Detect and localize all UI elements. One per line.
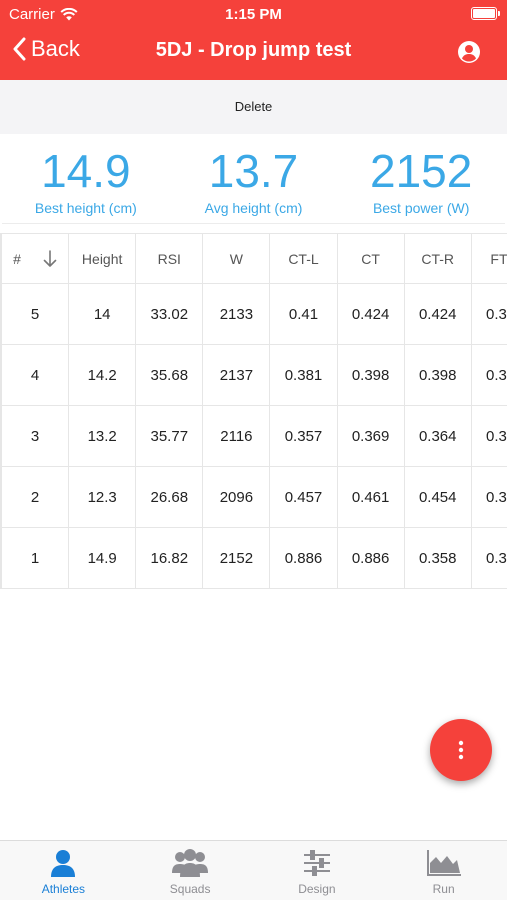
table-cell: 0.343 [470,405,507,467]
table-cell: 2137 [202,344,271,406]
table-cell: 33.02 [135,283,204,345]
table-row[interactable]: 5 14 33.02 2133 0.41 0.424 0.424 0.344 0 [1,283,507,345]
tab-run[interactable]: Run [380,841,507,900]
stat-value: 2152 [370,145,473,197]
table-cell: 0.398 [403,344,472,406]
table-cell: 12.3 [68,466,137,528]
stat-avg-height: 13.7 Avg height (cm) [170,134,338,223]
table-cell: 0.344 [470,283,507,345]
more-vertical-icon [458,740,464,760]
table-cell: 0.398 [336,344,405,406]
table-cell: 5 [1,283,70,345]
column-header-ft-l[interactable]: FT-L [470,233,507,284]
table-cell: 0.369 [336,405,405,467]
table-cell: 0.364 [403,405,472,467]
table-row[interactable]: 4 14.2 35.68 2137 0.381 0.398 0.398 0.35… [1,344,507,406]
tab-label: Squads [169,882,211,896]
table-cell: 1 [1,527,70,589]
tab-design[interactable]: Design [254,841,381,900]
status-bar: Carrier 1:15 PM [0,0,507,28]
stat-label: Best power (W) [372,200,470,216]
column-header-number[interactable]: # [1,233,70,284]
delete-button[interactable]: Delete [0,99,507,114]
table-cell: 14.9 [68,527,137,589]
table-cell: 26.68 [135,466,204,528]
stat-value: 13.7 [208,145,299,197]
table-cell: 16.82 [135,527,204,589]
stat-best-power: 2152 Best power (W) [337,134,505,223]
table-cell: 2 [1,466,70,528]
battery-icon [471,7,500,20]
arrow-down-icon[interactable] [43,249,57,268]
table-row[interactable]: 3 13.2 35.77 2116 0.357 0.369 0.364 0.34… [1,405,507,467]
tab-label: Run [432,882,455,896]
tab-athletes[interactable]: Athletes [0,841,127,900]
table-cell: 2133 [202,283,271,345]
table-cell: 0.424 [403,283,472,345]
table-cell: 13.2 [68,405,137,467]
account-icon[interactable] [457,40,481,64]
tab-label: Athletes [41,882,86,896]
results-table[interactable]: # Height RSI W CT-L CT CT-R FT-L 5 [0,233,507,589]
more-actions-button[interactable] [430,719,492,781]
tab-label: Design [298,882,336,896]
stat-label: Best height (cm) [34,200,137,216]
table-cell: 0.461 [336,466,405,528]
column-header-label: # [13,250,21,267]
column-header-height[interactable]: Height [68,233,137,284]
stat-value: 14.9 [41,145,131,197]
table-cell: 0.457 [269,466,338,528]
table-cell: 0.41 [269,283,338,345]
page-title: 5DJ - Drop jump test [155,39,352,61]
table-cell: 2152 [202,527,271,589]
table-header-row: # Height RSI W CT-L CT CT-R FT-L [1,233,507,284]
column-header-w[interactable]: W [202,233,271,284]
action-bar: Delete [0,80,507,134]
table-cell: 2096 [202,466,271,528]
table-cell: 0.357 [269,405,338,467]
table-cell: 0.329 [470,466,507,528]
table-cell: 14.2 [68,344,137,406]
column-header-ct-r[interactable]: CT-R [403,233,472,284]
stat-label: Avg height (cm) [204,200,303,216]
table-cell: 0.886 [269,527,338,589]
table-cell: 3 [1,405,70,467]
table-cell: 0.356 [470,344,507,406]
column-header-rsi[interactable]: RSI [135,233,204,284]
column-header-ct[interactable]: CT [336,233,405,284]
table-cell: 0.353 [470,527,507,589]
tab-squads[interactable]: Squads [127,841,254,900]
sliders-icon [303,850,330,876]
table-cell: 0.886 [336,527,405,589]
table-cell: 4 [1,344,70,406]
table-row[interactable]: 1 14.9 16.82 2152 0.886 0.886 0.358 0.35… [1,527,507,589]
table-cell: 14 [68,283,137,345]
table-cell: 0.381 [269,344,338,406]
table-cell: 35.77 [135,405,204,467]
group-icon [172,849,209,877]
table-cell: 35.68 [135,344,204,406]
area-chart-icon [426,850,461,876]
table-cell: 2116 [202,405,271,467]
status-time: 1:15 PM [225,6,282,23]
person-icon [51,850,76,877]
stat-best-height: 14.9 Best height (cm) [2,134,170,223]
table-cell: 0.454 [403,466,472,528]
table-cell: 0.358 [403,527,472,589]
header-bar: Carrier 1:15 PM Back 5DJ - Drop jump tes… [0,0,507,80]
stats-panel: 14.9 Best height (cm) 13.7 Avg height (c… [2,134,505,224]
column-header-ct-l[interactable]: CT-L [269,233,338,284]
table-cell: 0.424 [336,283,405,345]
table-row[interactable]: 2 12.3 26.68 2096 0.457 0.461 0.454 0.32… [1,466,507,528]
tab-bar: Athletes Squads Design Run [0,840,507,900]
